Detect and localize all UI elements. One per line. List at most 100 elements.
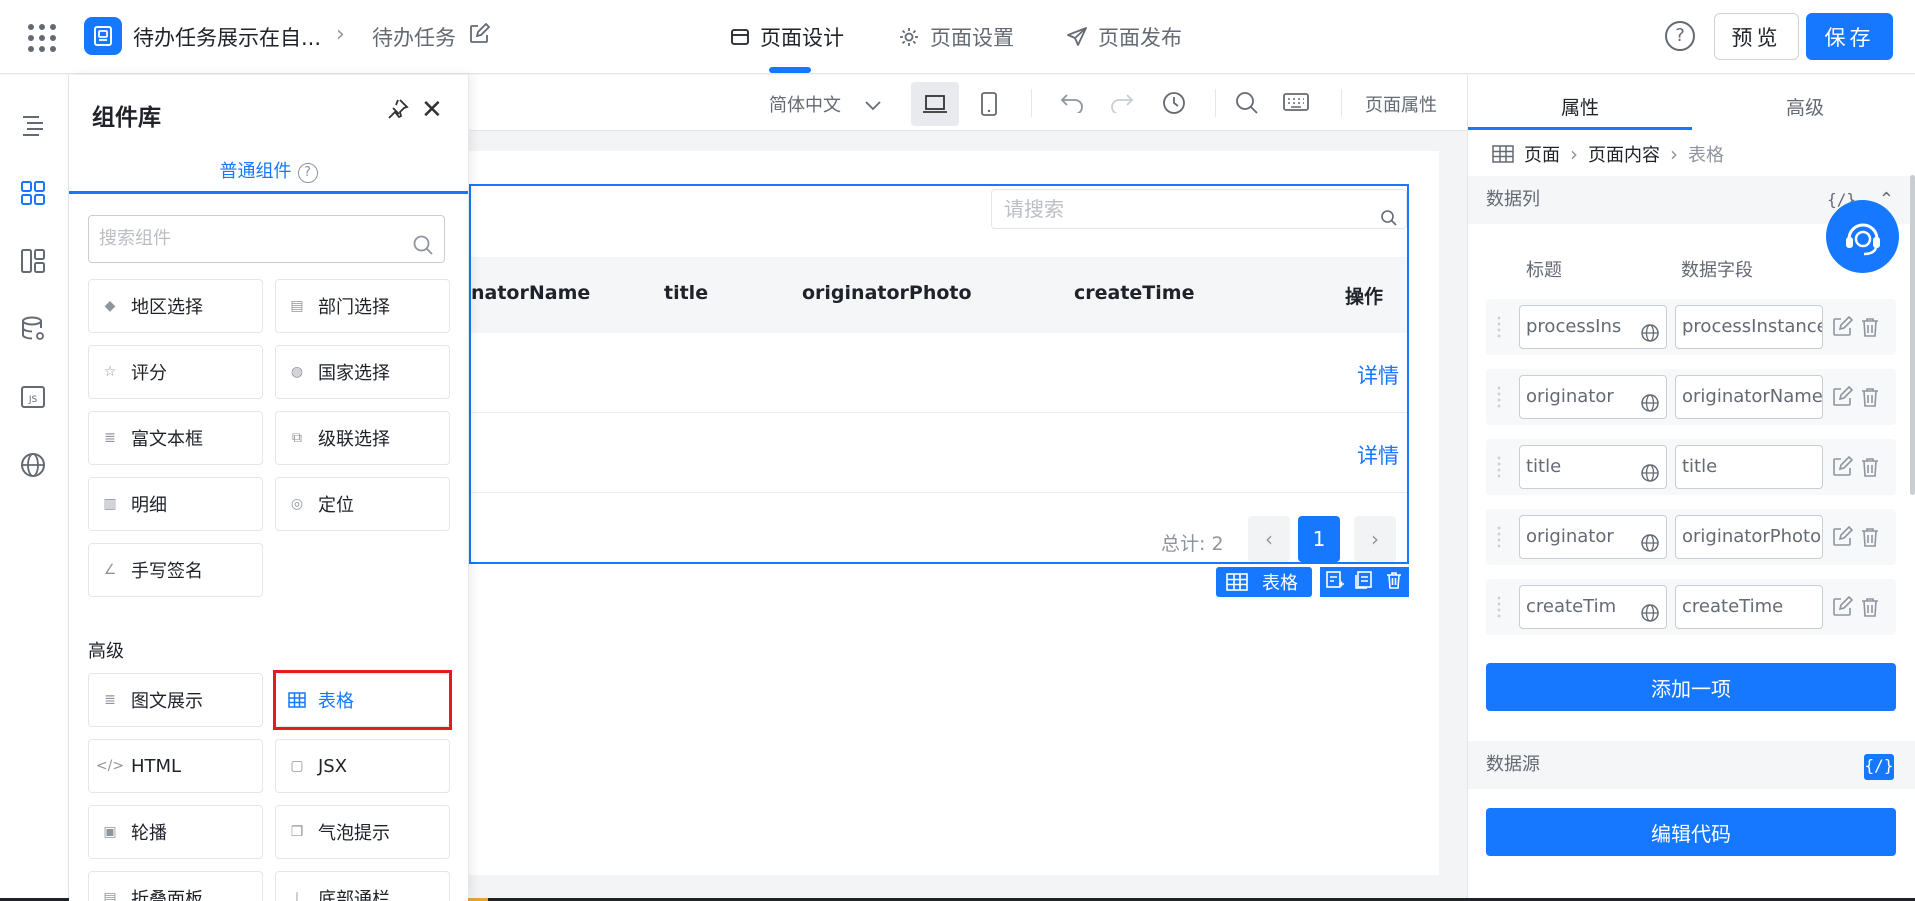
- tab-properties[interactable]: 属性: [1561, 93, 1599, 120]
- js-icon[interactable]: JS: [18, 382, 48, 412]
- language-select[interactable]: 简体中文: [769, 91, 881, 117]
- component-jsx[interactable]: ▢ JSX: [275, 739, 450, 793]
- customer-service-icon[interactable]: [1826, 200, 1899, 273]
- trash-icon[interactable]: [1860, 456, 1880, 483]
- drag-handle-icon[interactable]: [1496, 385, 1502, 409]
- component-footer-bar[interactable]: ⊥ 底部通栏: [275, 871, 450, 901]
- help-icon[interactable]: ?: [297, 163, 318, 183]
- component-tooltip[interactable]: ❐ 气泡提示: [275, 805, 450, 859]
- tab-page-publish[interactable]: 页面发布: [1066, 22, 1182, 52]
- add-child-icon[interactable]: [1325, 570, 1345, 595]
- trash-icon[interactable]: [1860, 316, 1880, 343]
- component-detail[interactable]: ▥ 明细: [88, 477, 263, 531]
- desktop-view-button[interactable]: [911, 82, 959, 126]
- undo-icon[interactable]: [1059, 91, 1085, 118]
- column-title-input[interactable]: processIns: [1519, 305, 1667, 349]
- component-cascade-select[interactable]: ⧉ 级联选择: [275, 411, 450, 465]
- column-title-input[interactable]: createTim: [1519, 585, 1667, 629]
- globe-icon[interactable]: [1640, 527, 1660, 558]
- mobile-view-button[interactable]: [965, 82, 1013, 126]
- column-title-input[interactable]: originator: [1519, 515, 1667, 559]
- globe-icon[interactable]: [18, 450, 48, 480]
- edit-icon[interactable]: [468, 22, 491, 50]
- breadcrumb-content[interactable]: 页面内容: [1588, 141, 1660, 167]
- edit-code-button[interactable]: 编辑代码: [1486, 808, 1896, 856]
- outline-icon[interactable]: [18, 110, 48, 140]
- add-item-button[interactable]: 添加一项: [1486, 663, 1896, 711]
- save-button[interactable]: 保存: [1806, 13, 1893, 60]
- edit-icon[interactable]: [1831, 595, 1854, 623]
- code-binding-icon[interactable]: {/}: [1864, 754, 1894, 780]
- column-title-input[interactable]: title: [1519, 445, 1667, 489]
- pin-icon[interactable]: [387, 98, 409, 125]
- copy-icon[interactable]: [1354, 570, 1374, 595]
- component-search-input[interactable]: 搜索组件: [88, 215, 445, 263]
- drag-handle-icon[interactable]: [1496, 595, 1502, 619]
- column-field-input[interactable]: title: [1675, 445, 1823, 489]
- tab-advanced[interactable]: 高级: [1786, 93, 1824, 120]
- component-collapse[interactable]: ▤ 折叠面板: [88, 871, 263, 901]
- close-icon[interactable]: ✕: [421, 95, 443, 125]
- detail-link[interactable]: 详情: [1357, 440, 1399, 470]
- current-page[interactable]: 1: [1298, 516, 1340, 562]
- tab-page-settings[interactable]: 页面设置: [898, 22, 1014, 52]
- component-html[interactable]: </> HTML: [88, 739, 263, 793]
- redo-icon[interactable]: [1109, 91, 1135, 118]
- edit-icon[interactable]: [1831, 385, 1854, 413]
- breadcrumb-page[interactable]: 页面: [1524, 141, 1560, 167]
- component-carousel[interactable]: ▣ 轮播: [88, 805, 263, 859]
- trash-icon[interactable]: [1860, 526, 1880, 553]
- search-icon[interactable]: [1235, 91, 1259, 120]
- page-properties-button[interactable]: 页面属性: [1365, 91, 1437, 117]
- globe-icon[interactable]: [1640, 317, 1660, 348]
- trash-icon[interactable]: [1860, 386, 1880, 413]
- component-richtext[interactable]: ≣ 富文本框: [88, 411, 263, 465]
- detail-link[interactable]: 详情: [1357, 360, 1399, 390]
- preview-button[interactable]: 预览: [1714, 13, 1799, 60]
- column-title-input[interactable]: originator: [1519, 375, 1667, 419]
- breadcrumb-current: 表格: [1688, 145, 1724, 166]
- tab-common-components[interactable]: 普通组件?: [69, 157, 468, 183]
- component-region-select[interactable]: ◆ 地区选择: [88, 279, 263, 333]
- search-icon[interactable]: [1380, 201, 1398, 239]
- selected-component-tag[interactable]: 表格: [1216, 567, 1312, 597]
- column-field-input[interactable]: originatorName: [1675, 375, 1823, 419]
- component-dept-select[interactable]: ▤ 部门选择: [275, 279, 450, 333]
- app-title[interactable]: 待办任务展示在自...: [133, 22, 321, 52]
- scrollbar[interactable]: [1910, 175, 1915, 495]
- database-icon[interactable]: [18, 314, 48, 344]
- component-location[interactable]: ◎ 定位: [275, 477, 450, 531]
- column-field-input[interactable]: originatorPhoto: [1675, 515, 1823, 559]
- component-image-text[interactable]: ≣ 图文展示: [88, 673, 263, 727]
- page-name[interactable]: 待办任务: [372, 22, 456, 52]
- drag-handle-icon[interactable]: [1496, 315, 1502, 339]
- edit-icon[interactable]: [1831, 455, 1854, 483]
- templates-icon[interactable]: [18, 246, 48, 276]
- drag-handle-icon[interactable]: [1496, 525, 1502, 549]
- column-field-input[interactable]: processInstance: [1675, 305, 1823, 349]
- components-icon[interactable]: [18, 178, 48, 208]
- edit-icon[interactable]: [1831, 525, 1854, 553]
- edit-icon[interactable]: [1831, 315, 1854, 343]
- component-signature[interactable]: ∠ 手写签名: [88, 543, 263, 597]
- search-icon[interactable]: [412, 228, 434, 274]
- tab-page-design[interactable]: 页面设计: [730, 22, 844, 52]
- apps-grid-icon[interactable]: [28, 24, 56, 52]
- keyboard-icon[interactable]: [1283, 91, 1309, 118]
- data-source-section[interactable]: 数据源 {/}: [1468, 741, 1915, 789]
- table-component[interactable]: 请搜索 natorName title originatorPhoto crea…: [469, 184, 1409, 564]
- globe-icon[interactable]: [1640, 457, 1660, 488]
- history-icon[interactable]: [1162, 91, 1186, 120]
- component-country-select[interactable]: ◍ 国家选择: [275, 345, 450, 399]
- table-search-input[interactable]: 请搜索: [991, 189, 1407, 229]
- component-rating[interactable]: ☆ 评分: [88, 345, 263, 399]
- next-page-button[interactable]: ›: [1354, 516, 1396, 562]
- globe-icon[interactable]: [1640, 597, 1660, 628]
- help-icon[interactable]: ?: [1665, 21, 1695, 51]
- trash-icon[interactable]: [1384, 570, 1404, 595]
- column-field-input[interactable]: createTime: [1675, 585, 1823, 629]
- drag-handle-icon[interactable]: [1496, 455, 1502, 479]
- globe-icon[interactable]: [1640, 387, 1660, 418]
- prev-page-button[interactable]: ‹: [1248, 516, 1290, 562]
- trash-icon[interactable]: [1860, 596, 1880, 623]
